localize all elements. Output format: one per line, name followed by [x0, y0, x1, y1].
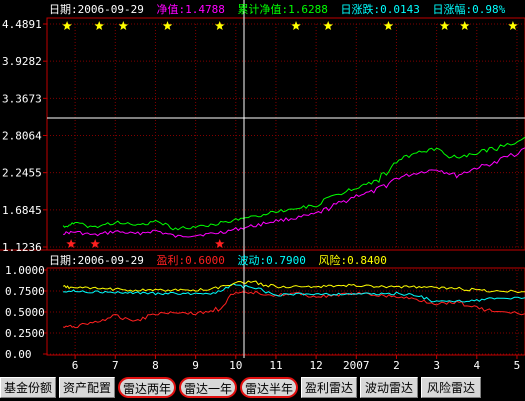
- buy-signal-star-icon: [323, 21, 333, 30]
- x-tick-label: 10: [229, 359, 242, 372]
- signal-stars: [62, 21, 518, 248]
- lower-y-tick-label: 1.0000: [5, 264, 45, 277]
- buy-signal-star-icon: [94, 21, 104, 30]
- upper-y-tick-label: 1.1236: [2, 241, 42, 254]
- chart-area: 日期:2006-09-29 净值:1.4788 累计净值:1.6288 日涨跌:…: [0, 0, 525, 372]
- fund-chart-window: { "upper_info": { "date_label": "日期:", "…: [0, 0, 525, 401]
- tab-5[interactable]: 盈利雷达: [301, 377, 357, 398]
- x-tick-label: 6: [72, 359, 79, 372]
- daily-pct-value: 0.98%: [472, 3, 505, 16]
- daily-pct-label: 日涨幅:: [432, 3, 472, 16]
- x-tick-label: 5: [514, 359, 521, 372]
- upper-lines: [62, 136, 525, 238]
- buy-signal-star-icon: [508, 21, 518, 30]
- upper-date-value: 2006-09-29: [78, 3, 144, 16]
- x-tick-label: 2: [393, 359, 400, 372]
- x-tick-label: 9: [192, 359, 199, 372]
- profit-value: 0.6000: [185, 254, 225, 267]
- buy-signal-star-icon: [460, 21, 470, 30]
- lower-grid: [47, 269, 525, 355]
- cum-nav-series-line: [62, 136, 525, 231]
- nav-value: 1.4788: [185, 3, 225, 16]
- nav-label: 净值:: [156, 2, 185, 16]
- buy-signal-star-icon: [383, 21, 394, 30]
- buy-signal-star-icon: [439, 21, 450, 30]
- tab-4[interactable]: 雷达半年: [240, 377, 298, 398]
- buy-signal-star-icon: [118, 21, 129, 30]
- tab-7[interactable]: 风险雷达: [421, 377, 481, 398]
- buy-signal-star-icon: [162, 21, 173, 30]
- x-tick-label: 8: [152, 359, 159, 372]
- x-tick-label: 11: [269, 359, 282, 372]
- upper-y-axis: 4.4891 3.9282 3.3673 2.8064 2.2455 1.6845 1.12…: [2, 18, 47, 254]
- risk-label: 风险:: [318, 253, 347, 267]
- daily-change-value: 0.0143: [380, 3, 420, 16]
- nav-series-line: [63, 147, 525, 238]
- lower-y-tick-label: 0.00: [5, 348, 32, 361]
- x-tick-label: 4: [473, 359, 480, 372]
- lower-y-tick-label: 0.5000: [5, 306, 45, 319]
- volatility-label: 波动:: [237, 254, 266, 267]
- upper-y-tick-label: 2.2455: [2, 167, 42, 180]
- upper-y-tick-label: 4.4891: [2, 18, 42, 31]
- volatility-value: 0.7900: [266, 254, 306, 267]
- lower-y-tick-label: 0.2500: [5, 327, 45, 340]
- bottom-tab-bar: 基金份额 资产配置 雷达两年 雷达一年 雷达半年 盈利雷达 波动雷达 风险雷达: [0, 376, 525, 401]
- daily-change-label: 日涨跌:: [340, 2, 380, 16]
- sell-signal-star-icon: [215, 239, 225, 248]
- upper-y-tick-label: 3.3673: [2, 92, 42, 105]
- upper-info-bar: 日期:2006-09-29 净值:1.4788 累计净值:1.6288 日涨跌:…: [49, 2, 506, 16]
- upper-y-tick-label: 2.8064: [2, 130, 42, 143]
- x-tick-label: 7: [112, 359, 119, 372]
- upper-panel-frame: [46, 17, 525, 251]
- lower-y-tick-label: 0.7500: [5, 285, 45, 298]
- lower-y-axis: 1.0000 0.7500 0.5000 0.2500 0.00: [5, 264, 47, 361]
- tab-0[interactable]: 基金份额: [0, 377, 56, 398]
- buy-signal-star-icon: [62, 21, 72, 30]
- x-axis: 6 7 8 9 10 11 12 2007 2 3 4 5: [72, 355, 520, 372]
- tab-6[interactable]: 波动雷达: [360, 377, 418, 398]
- tab-3[interactable]: 雷达一年: [179, 377, 237, 398]
- x-tick-label: 3: [433, 359, 440, 372]
- lower-date-label: 日期:: [49, 254, 78, 267]
- profit-series-line: [63, 290, 525, 329]
- x-tick-label: 12: [310, 359, 323, 372]
- lower-date-value: 2006-09-29: [78, 254, 144, 267]
- x-tick-label: 2007: [343, 359, 370, 372]
- profit-label: 盈利:: [156, 254, 185, 267]
- lower-lines: [62, 280, 525, 329]
- upper-y-tick-label: 3.9282: [2, 55, 42, 68]
- cum-nav-value: 1.6288: [288, 3, 328, 16]
- buy-signal-star-icon: [215, 21, 225, 30]
- upper-date-label: 日期:: [49, 3, 78, 16]
- tab-1[interactable]: 资产配置: [59, 377, 115, 398]
- lower-panel-frame: [46, 267, 525, 356]
- buy-signal-star-icon: [291, 21, 301, 30]
- upper-y-tick-label: 1.6845: [2, 204, 42, 217]
- cum-nav-label: 累计净值:: [237, 2, 288, 16]
- risk-value: 0.8400: [347, 254, 387, 267]
- lower-info-bar: 日期:2006-09-29 盈利:0.6000 波动:0.7900 风险:0.8…: [49, 253, 387, 267]
- tab-2[interactable]: 雷达两年: [118, 377, 176, 398]
- upper-grid: [47, 23, 525, 248]
